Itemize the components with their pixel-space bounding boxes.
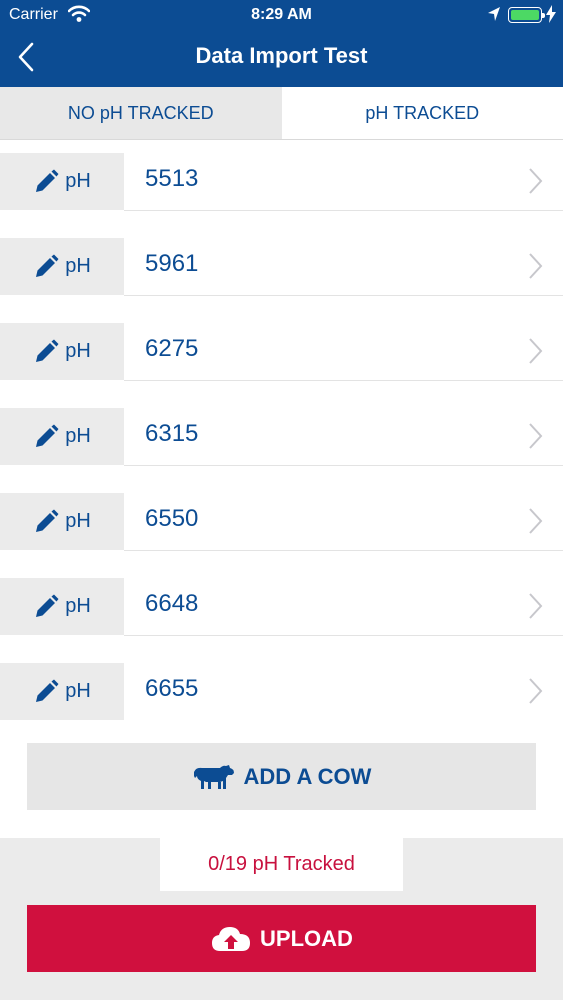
bottom-panel: 0/19 pH Tracked UPLOAD (0, 838, 563, 1000)
ph-label: pH (65, 170, 91, 192)
list-item[interactable]: pH 6648 (0, 578, 563, 663)
tab-ph-tracked[interactable]: pH TRACKED (281, 87, 563, 139)
row-divider (124, 635, 563, 636)
cow-number: 6655 (145, 675, 199, 702)
row-divider (124, 550, 563, 551)
ph-label: pH (65, 595, 91, 617)
edit-ph-button[interactable]: pH (0, 408, 124, 465)
edit-ph-button[interactable]: pH (0, 323, 124, 380)
tab-bar: NO pH TRACKED pH TRACKED (0, 87, 563, 139)
location-arrow-icon (487, 6, 501, 27)
edit-ph-button[interactable]: pH (0, 493, 124, 550)
cow-list: pH 5513 pH 5961 pH 6275 pH 6315 pH 6550 … (0, 153, 563, 748)
row-divider (124, 465, 563, 466)
edit-ph-button[interactable]: pH (0, 238, 124, 295)
ph-label: pH (65, 425, 91, 447)
chevron-right-icon (527, 167, 543, 200)
cow-number: 5513 (145, 165, 199, 192)
ph-label: pH (65, 340, 91, 362)
chevron-right-icon (527, 422, 543, 455)
ph-label: pH (65, 680, 91, 702)
cow-icon (193, 764, 234, 789)
add-cow-button[interactable]: ADD A COW (27, 743, 536, 810)
tab-no-ph-tracked[interactable]: NO pH TRACKED (0, 87, 282, 139)
tracked-status: 0/19 pH Tracked (160, 838, 403, 891)
list-item[interactable]: pH 6315 (0, 408, 563, 493)
pencil-icon (36, 509, 59, 532)
upload-label: UPLOAD (260, 925, 353, 951)
row-divider (124, 380, 563, 381)
nav-header: Carrier 8:29 AM Data Import Test (0, 0, 563, 87)
pencil-icon (36, 679, 59, 702)
status-bar: Carrier 8:29 AM (0, 0, 563, 30)
cow-number: 6315 (145, 420, 199, 447)
upload-button[interactable]: UPLOAD (27, 905, 536, 972)
cow-number: 6550 (145, 505, 199, 532)
chevron-right-icon (527, 337, 543, 370)
chevron-right-icon (527, 592, 543, 625)
pencil-icon (36, 254, 59, 277)
list-item[interactable]: pH 6275 (0, 323, 563, 408)
list-item[interactable]: pH 5961 (0, 238, 563, 323)
page-title: Data Import Test (195, 43, 368, 68)
edit-ph-button[interactable]: pH (0, 153, 124, 210)
row-divider (124, 210, 563, 211)
cow-number: 6275 (145, 335, 199, 362)
pencil-icon (36, 339, 59, 362)
chevron-right-icon (527, 252, 543, 285)
list-item[interactable]: pH 6550 (0, 493, 563, 578)
list-item[interactable]: pH 5513 (0, 153, 563, 238)
charging-bolt-icon (546, 5, 556, 28)
chevron-right-icon (527, 677, 543, 710)
edit-ph-button[interactable]: pH (0, 663, 124, 720)
ph-label: pH (65, 510, 91, 532)
status-time: 8:29 AM (251, 6, 312, 23)
add-cow-label: ADD A COW (243, 763, 372, 789)
tab-divider (0, 139, 563, 140)
list-item[interactable]: pH 6655 (0, 663, 563, 748)
ph-label: pH (65, 255, 91, 277)
edit-ph-button[interactable]: pH (0, 578, 124, 635)
row-divider (124, 295, 563, 296)
cow-number: 6648 (145, 590, 199, 617)
pencil-icon (36, 594, 59, 617)
battery-icon (508, 7, 545, 23)
cloud-upload-icon (212, 926, 251, 951)
pencil-icon (36, 169, 59, 192)
cow-number: 5961 (145, 250, 199, 277)
pencil-icon (36, 424, 59, 447)
chevron-right-icon (527, 507, 543, 540)
